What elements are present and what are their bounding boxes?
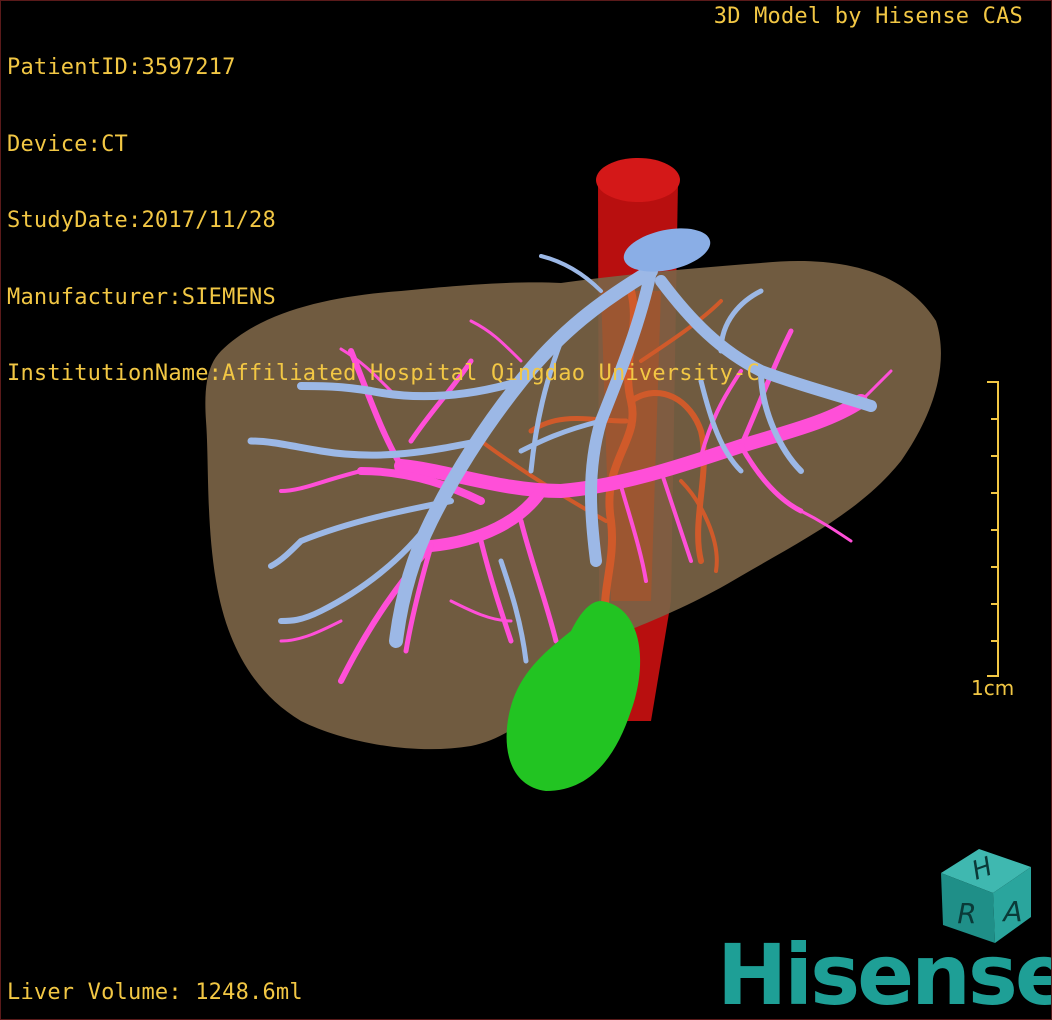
study-info-overlay: PatientID:3597217 Device:CT StudyDate:20… [7, 4, 760, 438]
scale-bar [987, 381, 999, 677]
manufacturer: Manufacturer:SIEMENS [7, 284, 276, 310]
institution-name: InstitutionName:Affiliated Hospital Qing… [7, 361, 760, 386]
study-date: StudyDate:2017/11/28 [7, 208, 276, 233]
liver-volume: Liver Volume: 1248.6ml [7, 979, 303, 1005]
patient-id: PatientID:3597217 [7, 55, 236, 80]
hisense-logo: Hisense [717, 926, 1052, 1020]
render-viewport[interactable]: PatientID:3597217 Device:CT StudyDate:20… [0, 0, 1052, 1020]
device: Device:CT [7, 131, 129, 157]
model-credit: 3D Model by Hisense CAS [713, 4, 1023, 29]
cube-right-letter: A [1001, 895, 1022, 928]
scale-bar-label: 1cm [971, 676, 1015, 700]
